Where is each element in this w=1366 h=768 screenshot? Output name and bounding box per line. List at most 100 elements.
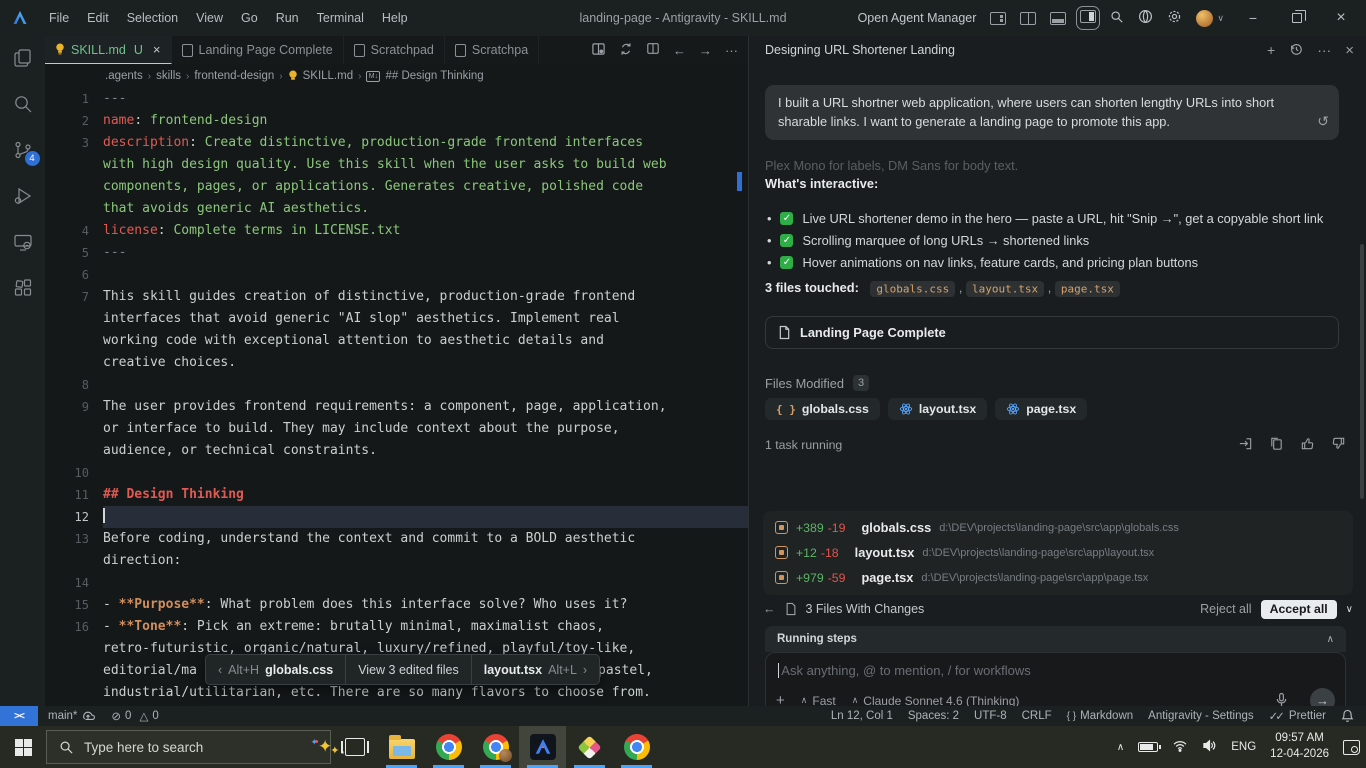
more-icon[interactable]: ··· [725,43,738,58]
editor-line[interactable]: with high design quality. Use this skill… [45,154,748,176]
editor-line[interactable]: 3description: Create distinctive, produc… [45,132,748,154]
split-editor-icon[interactable] [1020,12,1036,25]
menu-edit[interactable]: Edit [78,11,118,25]
editor-line[interactable]: 15- **Purpose**: What problem does this … [45,594,748,616]
editor-line[interactable]: 14 [45,572,748,594]
editor-line[interactable]: creative choices. [45,352,748,374]
problems-indicator[interactable]: ⊘0 △0 [111,709,158,723]
breadcrumb-item-skills[interactable]: skills [156,70,181,82]
tab-scratchpad[interactable]: Scratchpad [344,36,445,64]
taskbar-app-antigravity[interactable] [519,726,566,768]
thumbs-down-icon[interactable] [1331,436,1346,454]
editor-line[interactable]: 10 [45,462,748,484]
editor-line[interactable]: 8 [45,374,748,396]
account-menu[interactable]: ∨ [1196,10,1224,27]
history-icon[interactable] [1289,42,1303,59]
open-agent-manager-button[interactable]: Open Agent Manager [858,11,977,25]
menu-terminal[interactable]: Terminal [308,11,373,25]
more-icon[interactable]: ··· [1317,42,1331,58]
revert-icon[interactable]: ↺ [1317,111,1329,131]
status-utf-8[interactable]: UTF-8 [974,710,1007,722]
close-icon[interactable]: × [1326,9,1356,27]
thumbs-up-icon[interactable] [1300,436,1315,454]
taskbar-app-dev-app[interactable] [566,726,613,768]
accept-options-chevron-icon[interactable]: ∨ [1346,604,1353,615]
nav-forward-icon[interactable]: → [699,43,712,58]
wifi-icon[interactable] [1172,740,1188,755]
taskbar-search[interactable]: Type here to search ✦✦✦ [46,730,331,764]
editor-line[interactable]: industrial/utilitarian, etc. There are s… [45,682,748,704]
taskbar-app-file-explorer[interactable] [378,726,425,768]
nav-back-icon[interactable]: ← [763,602,776,616]
editor-line[interactable]: 2name: frontend-design [45,110,748,132]
activitybar-remote-explorer-icon[interactable] [11,230,35,254]
breadcrumb-item-frontend-design[interactable]: frontend-design [194,70,274,82]
editor-line[interactable]: working code with exceptional attention … [45,330,748,352]
status-prettier[interactable]: ✓✓Prettier [1269,709,1326,723]
start-button[interactable] [0,726,46,768]
menu-file[interactable]: File [40,11,78,25]
running-steps-bar[interactable]: Running steps ∧ [765,626,1346,652]
accept-all-button[interactable]: Accept all [1261,600,1337,619]
status-ln-12-col-1[interactable]: Ln 12, Col 1 [831,710,893,722]
reject-all-button[interactable]: Reject all [1200,602,1251,616]
taskbar-app-chrome-profile[interactable] [472,726,519,768]
editor-line[interactable]: 5--- [45,242,748,264]
activitybar-search-icon[interactable] [11,92,35,116]
editor-line[interactable]: 7This skill guides creation of distincti… [45,286,748,308]
touched-file-layout-tsx[interactable]: layout.tsx [966,281,1044,297]
diff-row-layout-tsx[interactable]: +12-18layout.tsxd:\DEV\projects\landing-… [763,540,1353,565]
breadcrumb-item-agents[interactable]: .agents [105,70,143,82]
editor-line[interactable]: that avoids generic AI aesthetics. [45,198,748,220]
activitybar-explorer-icon[interactable] [11,46,35,70]
editor-line[interactable]: 13Before coding, understand the context … [45,528,748,550]
editor[interactable]: 1---2name: frontend-design3description: … [45,88,748,706]
breadcrumb-item-skill-md[interactable]: SKILL.md [303,70,354,82]
status-spaces-2[interactable]: Spaces: 2 [908,710,959,722]
taskbar-app-chrome-1[interactable] [425,726,472,768]
toggle-secondary-sidebar-button[interactable] [1080,10,1096,26]
copy-icon[interactable] [1269,436,1284,454]
activitybar-source-control-icon[interactable]: 4 [11,138,35,162]
sync-icon[interactable] [619,42,633,59]
menu-run[interactable]: Run [267,11,308,25]
editor-line[interactable]: direction: [45,550,748,572]
taskbar-app-task-view[interactable] [331,726,378,768]
prev-edited-file-button[interactable]: ‹ Alt+H globals.css [206,655,346,684]
editor-line[interactable]: 1--- [45,88,748,110]
diff-row-globals-css[interactable]: +389-19globals.cssd:\DEV\projects\landin… [763,515,1353,540]
diff-row-page-tsx[interactable]: +979-59page.tsxd:\DEV\projects\landing-p… [763,565,1353,590]
tab-skill-md[interactable]: SKILL.mdU× [45,36,172,64]
activitybar-run-debug-icon[interactable] [11,184,35,208]
editor-line[interactable]: 4license: Complete terms in LICENSE.txt [45,220,748,242]
language-indicator[interactable]: ENG [1231,741,1256,753]
split-editor-icon[interactable] [646,42,660,58]
restore-icon[interactable] [1282,10,1312,26]
search-icon[interactable] [1110,10,1124,27]
status-crlf[interactable]: CRLF [1022,710,1052,722]
editor-line[interactable]: 16- **Tone**: Pick an extreme: brutally … [45,616,748,638]
clock[interactable]: 09:57 AM 12-04-2026 [1270,731,1329,762]
open-in-editor-icon[interactable] [1238,436,1253,454]
tab-scratchpa[interactable]: Scratchpa [445,36,539,64]
editor-line[interactable]: 12 [45,506,748,528]
menu-help[interactable]: Help [373,11,417,25]
artifact-card[interactable]: Landing Page Complete [765,316,1339,349]
file-chip-page-tsx[interactable]: page.tsx [995,398,1087,420]
nav-back-icon[interactable]: ← [673,43,686,58]
battery-icon[interactable] [1138,742,1158,752]
touched-file-page-tsx[interactable]: page.tsx [1055,281,1120,297]
editor-line[interactable]: interfaces that avoid generic "AI slop" … [45,308,748,330]
git-branch[interactable]: main* [48,710,95,722]
editor-line[interactable]: components, pages, or applications. Gene… [45,176,748,198]
touched-file-globals-css[interactable]: globals.css [870,281,955,297]
open-changes-icon[interactable] [591,42,606,59]
toggle-panel-icon[interactable] [1050,12,1066,25]
menu-selection[interactable]: Selection [118,11,187,25]
taskbar-app-chrome-2[interactable] [613,726,660,768]
next-edited-file-button[interactable]: layout.tsx Alt+L › [472,655,599,684]
chevron-up-icon[interactable]: ∧ [1117,742,1124,753]
breadcrumb-item-design-thinking[interactable]: ## Design Thinking [385,70,483,82]
volume-icon[interactable] [1202,739,1217,755]
editor-line[interactable]: 11## Design Thinking [45,484,748,506]
